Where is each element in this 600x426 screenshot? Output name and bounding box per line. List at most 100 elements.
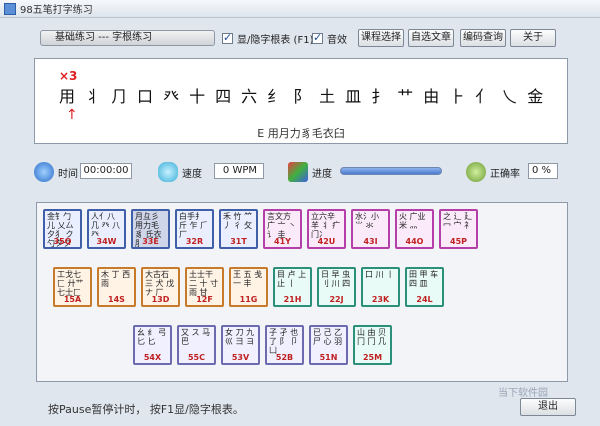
practice-char: 纟 [267, 87, 284, 106]
practice-char: 皿 [345, 87, 362, 106]
practice-char: 乀 [501, 87, 518, 106]
key-roots: 木 丁 西 雨 [101, 270, 131, 288]
key-51n[interactable]: 已 己 乙 尸 心 羽 51N [309, 325, 348, 365]
key-35q[interactable]: 金钅勹儿 乂厶夕犭 ク勺タク 35Q [43, 209, 82, 249]
key-23k[interactable]: 口 川 丨 23K [361, 267, 400, 307]
key-roots: 子 孑 也 了 阝 卩 凵 [269, 328, 299, 355]
progress-label: 进度 [312, 168, 332, 180]
key-14s[interactable]: 木 丁 西 雨 14S [97, 267, 136, 307]
exit-button[interactable]: 退出 [520, 398, 576, 416]
key-45p[interactable]: 之 辶 廴 冖 宀 礻 45P [439, 209, 478, 249]
practice-char: 金 [527, 87, 544, 106]
key-code: 25M [362, 353, 383, 362]
key-55c[interactable]: 又 ス 马 巴 55C [177, 325, 216, 365]
key-code: 11G [239, 295, 258, 304]
practice-char: 由 [423, 87, 440, 106]
key-code: 44O [405, 237, 424, 246]
practice-char: 四 [215, 87, 232, 106]
key-34w[interactable]: 人亻八 几 癶 八癶 34W [87, 209, 126, 249]
key-roots: 之 辶 廴 冖 宀 礻 [443, 212, 473, 230]
time-value: 00:00:00 [80, 163, 132, 179]
key-code: 22J [329, 295, 344, 304]
app-icon [4, 2, 16, 15]
key-code: 13D [151, 295, 170, 304]
key-31t[interactable]: 禾 竹 ⺮ 丿 彳 攵 31T [219, 209, 258, 249]
key-code: 33E [142, 237, 159, 246]
wubi-keyboard: 金钅勹儿 乂厶夕犭 ク勺タク 35Q 人亻八 几 癶 八癶 34W 月彑彡 用力毛豸 氏… [36, 202, 568, 382]
key-44o[interactable]: 火 广业 米 灬 44O [395, 209, 434, 249]
clock-icon [34, 162, 54, 182]
key-42u[interactable]: 立六辛 羊 丬 疒 门冫 42U [307, 209, 346, 249]
key-41y[interactable]: 言文方 广 亠 丶 讠 圭 41Y [263, 209, 302, 249]
key-25m[interactable]: 山 由 贝 冂 冂 几 25M [353, 325, 392, 365]
sound-checkbox[interactable]: 音效 [312, 31, 347, 46]
root-hint: E 用月力豸毛衣臼 [257, 127, 345, 140]
window-titlebar: 98五笔打字练习 [0, 0, 600, 18]
key-code: 14S [108, 295, 125, 304]
key-roots: 幺 纟 弓 匕 匕 [137, 328, 167, 346]
key-code: 31T [230, 237, 247, 246]
key-53v[interactable]: 女 刀 九 巛 彐 ヨ 53V [221, 325, 260, 365]
key-11g[interactable]: 王 五 戋 一 丰 11G [229, 267, 268, 307]
key-22j[interactable]: 日 早 虫 刂 川 四 22J [317, 267, 356, 307]
target-icon [466, 162, 486, 182]
key-43i[interactable]: 水氵小 ⺌ 氺 43I [351, 209, 390, 249]
footer-hint: 按Pause暂停计时， 按F1显/隐字根表。 [48, 403, 244, 416]
error-count: ×3 [59, 69, 78, 83]
key-12f[interactable]: 土士干 二 十 寸 雨 甘 12F [185, 267, 224, 307]
key-code: 21H [283, 295, 302, 304]
practice-char: 阝 [293, 87, 310, 106]
key-code: 52B [275, 353, 294, 362]
practice-mode-display: 基础练习 --- 字根练习 [40, 30, 215, 46]
key-code: 24L [416, 295, 433, 304]
key-code: 41Y [274, 237, 291, 246]
key-15a[interactable]: 工戈七匚 廾艹 七士匚 15A [53, 267, 92, 307]
key-code: 42U [317, 237, 336, 246]
key-24l[interactable]: 田 甲 车 四 皿 24L [405, 267, 444, 307]
course-select-button[interactable]: 课程选择 [358, 29, 404, 47]
cursor-arrow-icon: ↑ [66, 107, 78, 123]
key-code: 23K [371, 295, 390, 304]
key-54x[interactable]: 幺 纟 弓 匕 匕 54X [133, 325, 172, 365]
key-roots: 女 刀 九 巛 彐 ヨ [225, 328, 255, 346]
practice-char: 土 [319, 87, 336, 106]
practice-char: 口 [137, 87, 154, 106]
speed-icon [158, 162, 178, 182]
progress-stat: 进度 [288, 162, 332, 182]
key-roots: 大古石 三 犬 戊 ナ 厂 [145, 270, 175, 297]
show-table-label: 显/隐字根表 (F1) [237, 35, 314, 46]
practice-char: 十 [189, 87, 206, 106]
key-13d[interactable]: 大古石 三 犬 戊 ナ 厂 13D [141, 267, 180, 307]
key-roots: 言文方 广 亠 丶 讠 圭 [267, 212, 297, 239]
key-33e[interactable]: 月彑彡 用力毛豸 氏衣⺼ 33E [131, 209, 170, 249]
practice-char: ⺊ [449, 87, 466, 106]
key-code: 32R [185, 237, 204, 246]
time-label: 时间 [58, 168, 78, 180]
custom-article-button[interactable]: 自选文章 [408, 29, 454, 47]
key-roots: 王 五 戋 一 丰 [233, 270, 263, 288]
key-roots: 山 由 贝 冂 冂 几 [357, 328, 387, 346]
code-lookup-button[interactable]: 编码查询 [460, 29, 506, 47]
key-roots: 白手扌 斤 乍 ⺁厂 [179, 212, 209, 239]
key-code: 43I [363, 237, 378, 246]
key-21h[interactable]: 目 卢 上 止 丨 21H [273, 267, 312, 307]
accuracy-stat: 正确率 [466, 162, 520, 182]
progress-bar [340, 167, 442, 175]
key-roots: 火 广业 米 灬 [399, 212, 426, 230]
key-roots: 田 甲 车 四 皿 [409, 270, 439, 288]
key-roots: 水氵小 ⺌ 氺 [355, 212, 379, 230]
practice-char: ⺆ [111, 87, 128, 106]
window-title: 98五笔打字练习 [20, 5, 93, 16]
show-table-checkbox[interactable]: 显/隐字根表 (F1) [222, 31, 313, 46]
key-32r[interactable]: 白手扌 斤 乍 ⺁厂 32R [175, 209, 214, 249]
key-roots: 已 己 乙 尸 心 羽 [313, 328, 343, 346]
key-code: 55C [187, 353, 205, 362]
key-roots: 人亻八 几 癶 八癶 [91, 212, 121, 239]
about-button[interactable]: 关于 [510, 29, 556, 47]
checkbox-icon [312, 31, 323, 44]
practice-char: 扌 [371, 87, 388, 106]
practice-char: ⺦ [85, 87, 102, 106]
practice-area[interactable]: ×3 用⺦⺆口癶十四六纟阝土皿扌艹由⺊⺅乀金 ↑ E 用月力豸毛衣臼 [34, 58, 568, 144]
key-52b[interactable]: 子 孑 也 了 阝 卩 凵 52B [265, 325, 304, 365]
key-roots: 口 川 丨 [365, 270, 395, 279]
